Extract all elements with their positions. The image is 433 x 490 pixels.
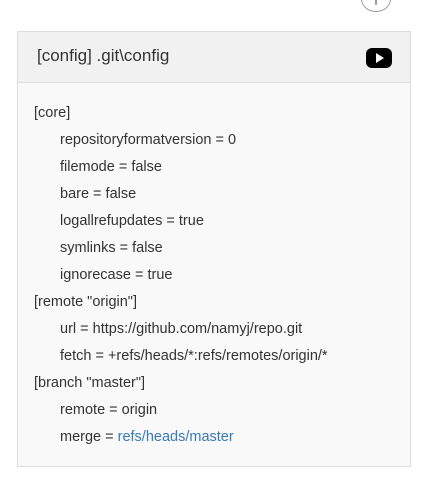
panel-title: [config] .git\config (37, 46, 170, 65)
code-line-remote-origin-section: [remote "origin"] (34, 294, 137, 310)
code-line-remote: remote = origin (60, 402, 158, 418)
code-line-core-section: [core] (34, 105, 71, 121)
code-body: [core] repositoryformatversion = 0 filem… (18, 83, 410, 466)
code-line-branch-master-section: [branch "master"] (34, 375, 146, 391)
code-line-logallrefupdates: logallrefupdates = true (60, 213, 204, 229)
merge-ref-link[interactable]: refs/heads/master (118, 429, 234, 445)
code-line-symlinks: symlinks = false (60, 240, 163, 256)
code-line-merge: merge = refs/heads/master (60, 427, 234, 447)
code-panel: [config] .git\config [core] repositoryfo… (17, 31, 411, 467)
merge-key: merge = (60, 429, 118, 445)
code-line-bare: bare = false (60, 186, 137, 202)
code-line-ignorecase: ignorecase = true (60, 267, 173, 283)
code-line-filemode: filemode = false (60, 159, 162, 175)
play-icon[interactable] (366, 48, 392, 68)
panel-header: [config] .git\config (18, 32, 410, 83)
code-line-url: url = https://github.com/namyj/repo.git (60, 321, 303, 337)
code-line-fetch: fetch = +refs/heads/*:refs/remotes/origi… (60, 348, 328, 364)
info-icon[interactable] (361, 0, 391, 12)
code-line-repositoryformatversion: repositoryformatversion = 0 (60, 132, 237, 148)
